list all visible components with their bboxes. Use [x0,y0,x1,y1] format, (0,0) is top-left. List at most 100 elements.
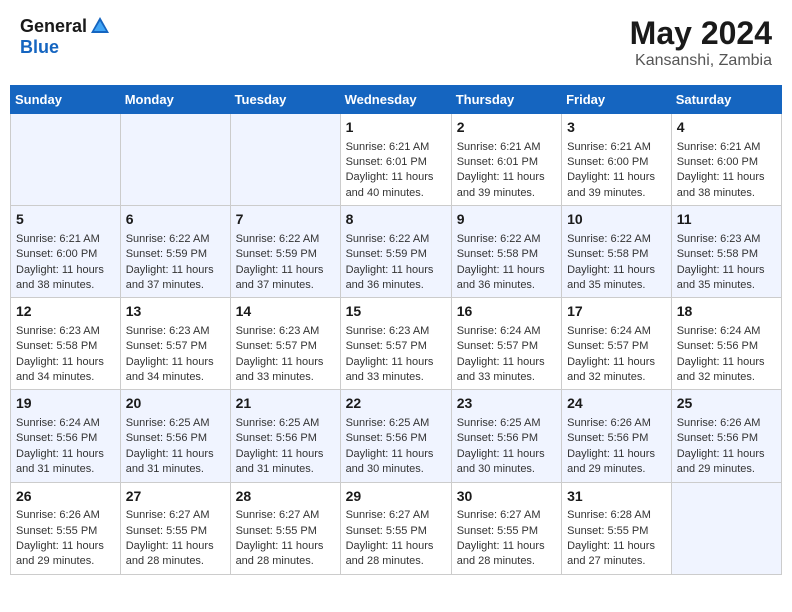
logo-general-text: General [20,16,87,37]
day-number: 9 [457,210,556,230]
day-number: 29 [346,487,446,507]
table-row: 15Sunrise: 6:23 AM Sunset: 5:57 PM Dayli… [340,298,451,390]
table-row [120,114,230,206]
day-info: Sunrise: 6:25 AM Sunset: 5:56 PM Dayligh… [126,416,225,478]
table-row: 18Sunrise: 6:24 AM Sunset: 5:56 PM Dayli… [671,298,781,390]
location-subtitle: Kansanshi, Zambia [630,52,772,70]
col-wednesday: Wednesday [340,86,451,114]
table-row: 12Sunrise: 6:23 AM Sunset: 5:58 PM Dayli… [11,298,121,390]
table-row: 17Sunrise: 6:24 AM Sunset: 5:57 PM Dayli… [562,298,672,390]
day-info: Sunrise: 6:23 AM Sunset: 5:58 PM Dayligh… [677,232,776,294]
table-row: 8Sunrise: 6:22 AM Sunset: 5:59 PM Daylig… [340,206,451,298]
table-row: 14Sunrise: 6:23 AM Sunset: 5:57 PM Dayli… [230,298,340,390]
month-year-title: May 2024 [630,15,772,52]
table-row: 31Sunrise: 6:28 AM Sunset: 5:55 PM Dayli… [562,482,672,574]
day-info: Sunrise: 6:23 AM Sunset: 5:58 PM Dayligh… [16,324,115,386]
day-info: Sunrise: 6:27 AM Sunset: 5:55 PM Dayligh… [126,508,225,570]
table-row: 16Sunrise: 6:24 AM Sunset: 5:57 PM Dayli… [451,298,561,390]
table-row: 5Sunrise: 6:21 AM Sunset: 6:00 PM Daylig… [11,206,121,298]
table-row [11,114,121,206]
day-info: Sunrise: 6:21 AM Sunset: 6:01 PM Dayligh… [457,140,556,202]
day-number: 8 [346,210,446,230]
calendar-table: Sunday Monday Tuesday Wednesday Thursday… [10,85,782,575]
table-row: 2Sunrise: 6:21 AM Sunset: 6:01 PM Daylig… [451,114,561,206]
day-number: 18 [677,302,776,322]
day-info: Sunrise: 6:26 AM Sunset: 5:56 PM Dayligh… [677,416,776,478]
table-row: 27Sunrise: 6:27 AM Sunset: 5:55 PM Dayli… [120,482,230,574]
day-number: 21 [236,394,335,414]
day-info: Sunrise: 6:25 AM Sunset: 5:56 PM Dayligh… [346,416,446,478]
day-info: Sunrise: 6:22 AM Sunset: 5:58 PM Dayligh… [457,232,556,294]
page-header: General Blue May 2024 Kansanshi, Zambia [10,10,782,75]
day-number: 20 [126,394,225,414]
day-info: Sunrise: 6:22 AM Sunset: 5:58 PM Dayligh… [567,232,666,294]
table-row: 22Sunrise: 6:25 AM Sunset: 5:56 PM Dayli… [340,390,451,482]
day-info: Sunrise: 6:27 AM Sunset: 5:55 PM Dayligh… [346,508,446,570]
day-number: 17 [567,302,666,322]
col-thursday: Thursday [451,86,561,114]
day-info: Sunrise: 6:24 AM Sunset: 5:57 PM Dayligh… [567,324,666,386]
table-row: 26Sunrise: 6:26 AM Sunset: 5:55 PM Dayli… [11,482,121,574]
table-row: 19Sunrise: 6:24 AM Sunset: 5:56 PM Dayli… [11,390,121,482]
table-row: 4Sunrise: 6:21 AM Sunset: 6:00 PM Daylig… [671,114,781,206]
day-info: Sunrise: 6:25 AM Sunset: 5:56 PM Dayligh… [457,416,556,478]
day-info: Sunrise: 6:24 AM Sunset: 5:57 PM Dayligh… [457,324,556,386]
calendar-header-row: Sunday Monday Tuesday Wednesday Thursday… [11,86,782,114]
day-number: 5 [16,210,115,230]
day-info: Sunrise: 6:21 AM Sunset: 6:00 PM Dayligh… [677,140,776,202]
table-row: 20Sunrise: 6:25 AM Sunset: 5:56 PM Dayli… [120,390,230,482]
logo-blue-text: Blue [20,37,59,58]
col-friday: Friday [562,86,672,114]
day-number: 7 [236,210,335,230]
table-row: 6Sunrise: 6:22 AM Sunset: 5:59 PM Daylig… [120,206,230,298]
col-monday: Monday [120,86,230,114]
day-number: 14 [236,302,335,322]
table-row: 28Sunrise: 6:27 AM Sunset: 5:55 PM Dayli… [230,482,340,574]
day-info: Sunrise: 6:22 AM Sunset: 5:59 PM Dayligh… [126,232,225,294]
table-row [671,482,781,574]
day-number: 23 [457,394,556,414]
col-saturday: Saturday [671,86,781,114]
day-number: 16 [457,302,556,322]
calendar-week-row: 5Sunrise: 6:21 AM Sunset: 6:00 PM Daylig… [11,206,782,298]
day-number: 13 [126,302,225,322]
day-info: Sunrise: 6:24 AM Sunset: 5:56 PM Dayligh… [677,324,776,386]
table-row: 30Sunrise: 6:27 AM Sunset: 5:55 PM Dayli… [451,482,561,574]
table-row: 10Sunrise: 6:22 AM Sunset: 5:58 PM Dayli… [562,206,672,298]
table-row: 11Sunrise: 6:23 AM Sunset: 5:58 PM Dayli… [671,206,781,298]
logo-icon [89,15,111,37]
calendar-week-row: 19Sunrise: 6:24 AM Sunset: 5:56 PM Dayli… [11,390,782,482]
day-number: 31 [567,487,666,507]
table-row: 29Sunrise: 6:27 AM Sunset: 5:55 PM Dayli… [340,482,451,574]
day-info: Sunrise: 6:22 AM Sunset: 5:59 PM Dayligh… [346,232,446,294]
day-number: 11 [677,210,776,230]
day-number: 22 [346,394,446,414]
day-info: Sunrise: 6:27 AM Sunset: 5:55 PM Dayligh… [236,508,335,570]
calendar-week-row: 1Sunrise: 6:21 AM Sunset: 6:01 PM Daylig… [11,114,782,206]
day-number: 2 [457,118,556,138]
day-number: 19 [16,394,115,414]
table-row: 9Sunrise: 6:22 AM Sunset: 5:58 PM Daylig… [451,206,561,298]
day-number: 26 [16,487,115,507]
day-info: Sunrise: 6:23 AM Sunset: 5:57 PM Dayligh… [126,324,225,386]
day-number: 12 [16,302,115,322]
day-info: Sunrise: 6:21 AM Sunset: 6:00 PM Dayligh… [16,232,115,294]
day-info: Sunrise: 6:25 AM Sunset: 5:56 PM Dayligh… [236,416,335,478]
day-number: 28 [236,487,335,507]
day-number: 24 [567,394,666,414]
table-row: 1Sunrise: 6:21 AM Sunset: 6:01 PM Daylig… [340,114,451,206]
title-section: May 2024 Kansanshi, Zambia [630,15,772,70]
day-info: Sunrise: 6:23 AM Sunset: 5:57 PM Dayligh… [346,324,446,386]
calendar-week-row: 12Sunrise: 6:23 AM Sunset: 5:58 PM Dayli… [11,298,782,390]
day-info: Sunrise: 6:26 AM Sunset: 5:55 PM Dayligh… [16,508,115,570]
day-info: Sunrise: 6:28 AM Sunset: 5:55 PM Dayligh… [567,508,666,570]
day-number: 25 [677,394,776,414]
day-info: Sunrise: 6:24 AM Sunset: 5:56 PM Dayligh… [16,416,115,478]
day-info: Sunrise: 6:26 AM Sunset: 5:56 PM Dayligh… [567,416,666,478]
table-row: 24Sunrise: 6:26 AM Sunset: 5:56 PM Dayli… [562,390,672,482]
table-row: 7Sunrise: 6:22 AM Sunset: 5:59 PM Daylig… [230,206,340,298]
logo: General Blue [20,15,111,58]
table-row: 25Sunrise: 6:26 AM Sunset: 5:56 PM Dayli… [671,390,781,482]
day-info: Sunrise: 6:23 AM Sunset: 5:57 PM Dayligh… [236,324,335,386]
day-number: 6 [126,210,225,230]
